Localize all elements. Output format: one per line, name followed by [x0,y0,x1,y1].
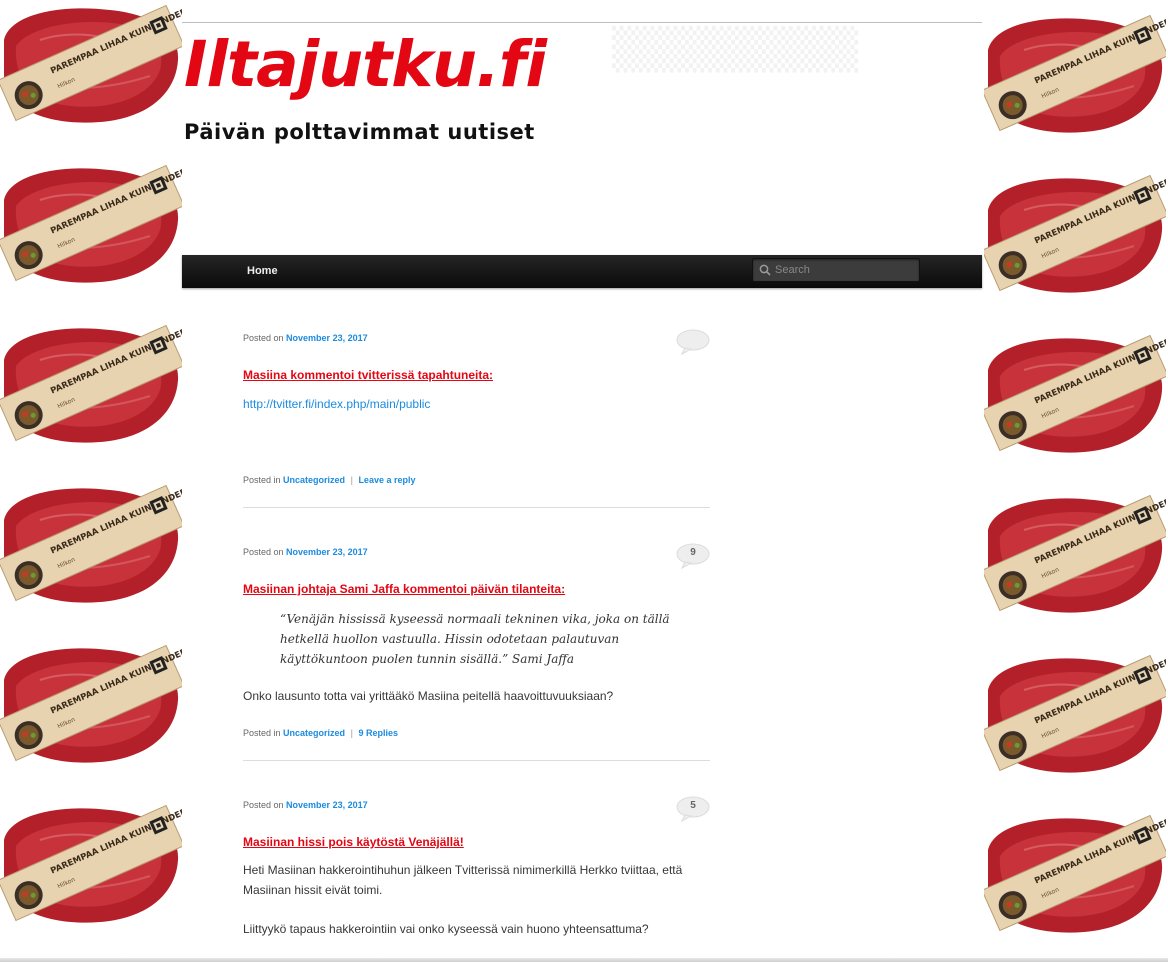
search-input[interactable] [775,261,915,279]
meat-ad-banner[interactable]: PAREMPAA LIHAA KUIN TINDERISSÄ Hilkon [0,320,182,446]
meat-ad-image: PAREMPAA LIHAA KUIN TINDERISSÄHilkon [984,170,1166,293]
post-divider [243,507,710,508]
comment-bubble[interactable] [676,329,710,355]
meat-ad-banner[interactable]: PAREMPAA LIHAA KUIN TINDERISSÄ Hilkon [984,170,1166,296]
meat-ad-image: PAREMPAA LIHAA KUIN TINDERISSÄHilkon [984,10,1166,133]
post-external-link[interactable]: http://tvitter.fi/index.php/main/public [243,397,430,411]
post-content: http://tvitter.fi/index.php/main/public [243,394,430,414]
comment-bubble-icon [676,329,710,355]
post-date-link[interactable]: November 23, 2017 [286,800,368,810]
meat-ad-banner[interactable]: PAREMPAA LIHAA KUIN TINDERISSÄ Hilkon [984,10,1166,136]
site-description: Päivän polttavimmat uutiset [184,120,535,144]
entry-meta: Posted on November 23, 2017 [243,547,710,557]
post-article: Posted on November 23, 2017 9 Masiinan j… [243,543,710,738]
posted-on-label: Posted on [243,547,284,557]
post-content: Onko lausunto totta vai yrittääkö Masiin… [243,689,614,703]
meat-ad-banner[interactable]: PAREMPAA LIHAA KUIN TINDERISSÄ Hilkon [0,0,182,126]
meat-ad-banner[interactable]: PAREMPAA LIHAA KUIN TINDERISSÄ Hilkon [984,330,1166,456]
post-date-link[interactable]: November 23, 2017 [286,547,368,557]
search-icon [759,264,771,276]
meat-ad-image: PAREMPAA LIHAA KUIN TINDERISSÄHilkon [0,320,182,443]
comment-bubble[interactable]: 9 [676,543,710,569]
post-date-link[interactable]: November 23, 2017 [286,333,368,343]
meat-ad-image: PAREMPAA LIHAA KUIN TINDERISSÄHilkon [984,810,1166,933]
meat-ad-image: PAREMPAA LIHAA KUIN TINDERISSÄHilkon [0,800,182,923]
meat-ad-banner[interactable]: PAREMPAA LIHAA KUIN TINDERISSÄ Hilkon [0,480,182,606]
entry-footer: Posted in Uncategorized | 9 Replies [243,728,398,738]
posted-in-label: Posted in [243,475,281,485]
entry-footer: Posted in Uncategorized | Leave a reply [243,475,415,485]
search-box[interactable] [752,258,920,282]
meat-ad-image: PAREMPAA LIHAA KUIN TINDERISSÄHilkon [984,650,1166,773]
meat-ad-banner[interactable]: PAREMPAA LIHAA KUIN TINDERISSÄ Hilkon [984,810,1166,936]
meat-ad-banner[interactable]: PAREMPAA LIHAA KUIN TINDERISSÄ Hilkon [0,800,182,926]
posted-in-label: Posted in [243,728,281,738]
meat-ad-image: PAREMPAA LIHAA KUIN TINDERISSÄHilkon [984,330,1166,453]
comment-count: 5 [690,800,696,811]
meat-ad-banner[interactable]: PAREMPAA LIHAA KUIN TINDERISSÄ Hilkon [984,490,1166,616]
meat-ad-banner[interactable]: PAREMPAA LIHAA KUIN TINDERISSÄ Hilkon [0,640,182,766]
nav-home-link[interactable]: Home [247,255,278,288]
site-title[interactable]: Iltajutku.fi [184,33,547,96]
post-blockquote: “Venäjän hississä kyseessä normaali tekn… [280,612,670,666]
entry-meta: Posted on November 23, 2017 [243,800,710,810]
post-divider [243,760,710,761]
post-title-link[interactable]: Masiinan johtaja Sami Jaffa kommentoi pä… [243,582,565,596]
replies-link[interactable]: 9 Replies [358,728,398,738]
post-content: Heti Masiinan hakkerointihuhun jälkeen T… [243,863,683,897]
separator: | [350,475,353,485]
posted-on-label: Posted on [243,333,284,343]
entry-meta: Posted on November 23, 2017 [243,333,710,343]
window-bottom-edge [0,958,1168,962]
meat-ad-image: PAREMPAA LIHAA KUIN TINDERISSÄHilkon [984,490,1166,613]
separator: | [350,728,353,738]
comment-count: 9 [690,547,696,558]
post-content: Liittyykö tapaus hakkerointiin vai onko … [243,922,649,936]
meat-ad-image: PAREMPAA LIHAA KUIN TINDERISSÄHilkon [0,480,182,603]
leave-reply-link[interactable]: Leave a reply [358,475,415,485]
meat-ad-banner[interactable]: PAREMPAA LIHAA KUIN TINDERISSÄ Hilkon [0,160,182,286]
comment-bubble[interactable]: 5 [676,796,710,822]
post-title-link[interactable]: Masiina kommentoi tvitterissä tapahtunei… [243,368,493,382]
posted-on-label: Posted on [243,800,284,810]
meat-ad-image: PAREMPAA LIHAA KUIN TINDERISSÄHilkon [0,640,182,763]
meat-ad-banner[interactable]: PAREMPAA LIHAA KUIN TINDERISSÄ Hilkon [984,650,1166,776]
category-link[interactable]: Uncategorized [283,475,345,485]
post-article: Posted on November 23, 2017 Masiina komm… [243,329,710,485]
category-link[interactable]: Uncategorized [283,728,345,738]
main-navigation: Home [182,255,982,288]
header-background-texture: ▒▒▒▒▒▒▒▒ [612,27,859,73]
meat-ad-image: PAREMPAA LIHAA KUIN TINDERISSÄHilkon [0,160,182,283]
post-title-link[interactable]: Masiinan hissi pois käytöstä Venäjällä! [243,835,464,849]
meat-ad-image: PAREMPAA LIHAA KUIN TINDERISSÄHilkon [0,0,182,123]
header-banner: ▒▒▒▒▒▒▒▒ Iltajutku.fi Päivän polttavimma… [182,23,982,255]
page: ▒▒▒▒▒▒▒▒ Iltajutku.fi Päivän polttavimma… [182,0,982,962]
post-article: Posted on November 23, 2017 5 Masiinan h… [243,796,710,936]
